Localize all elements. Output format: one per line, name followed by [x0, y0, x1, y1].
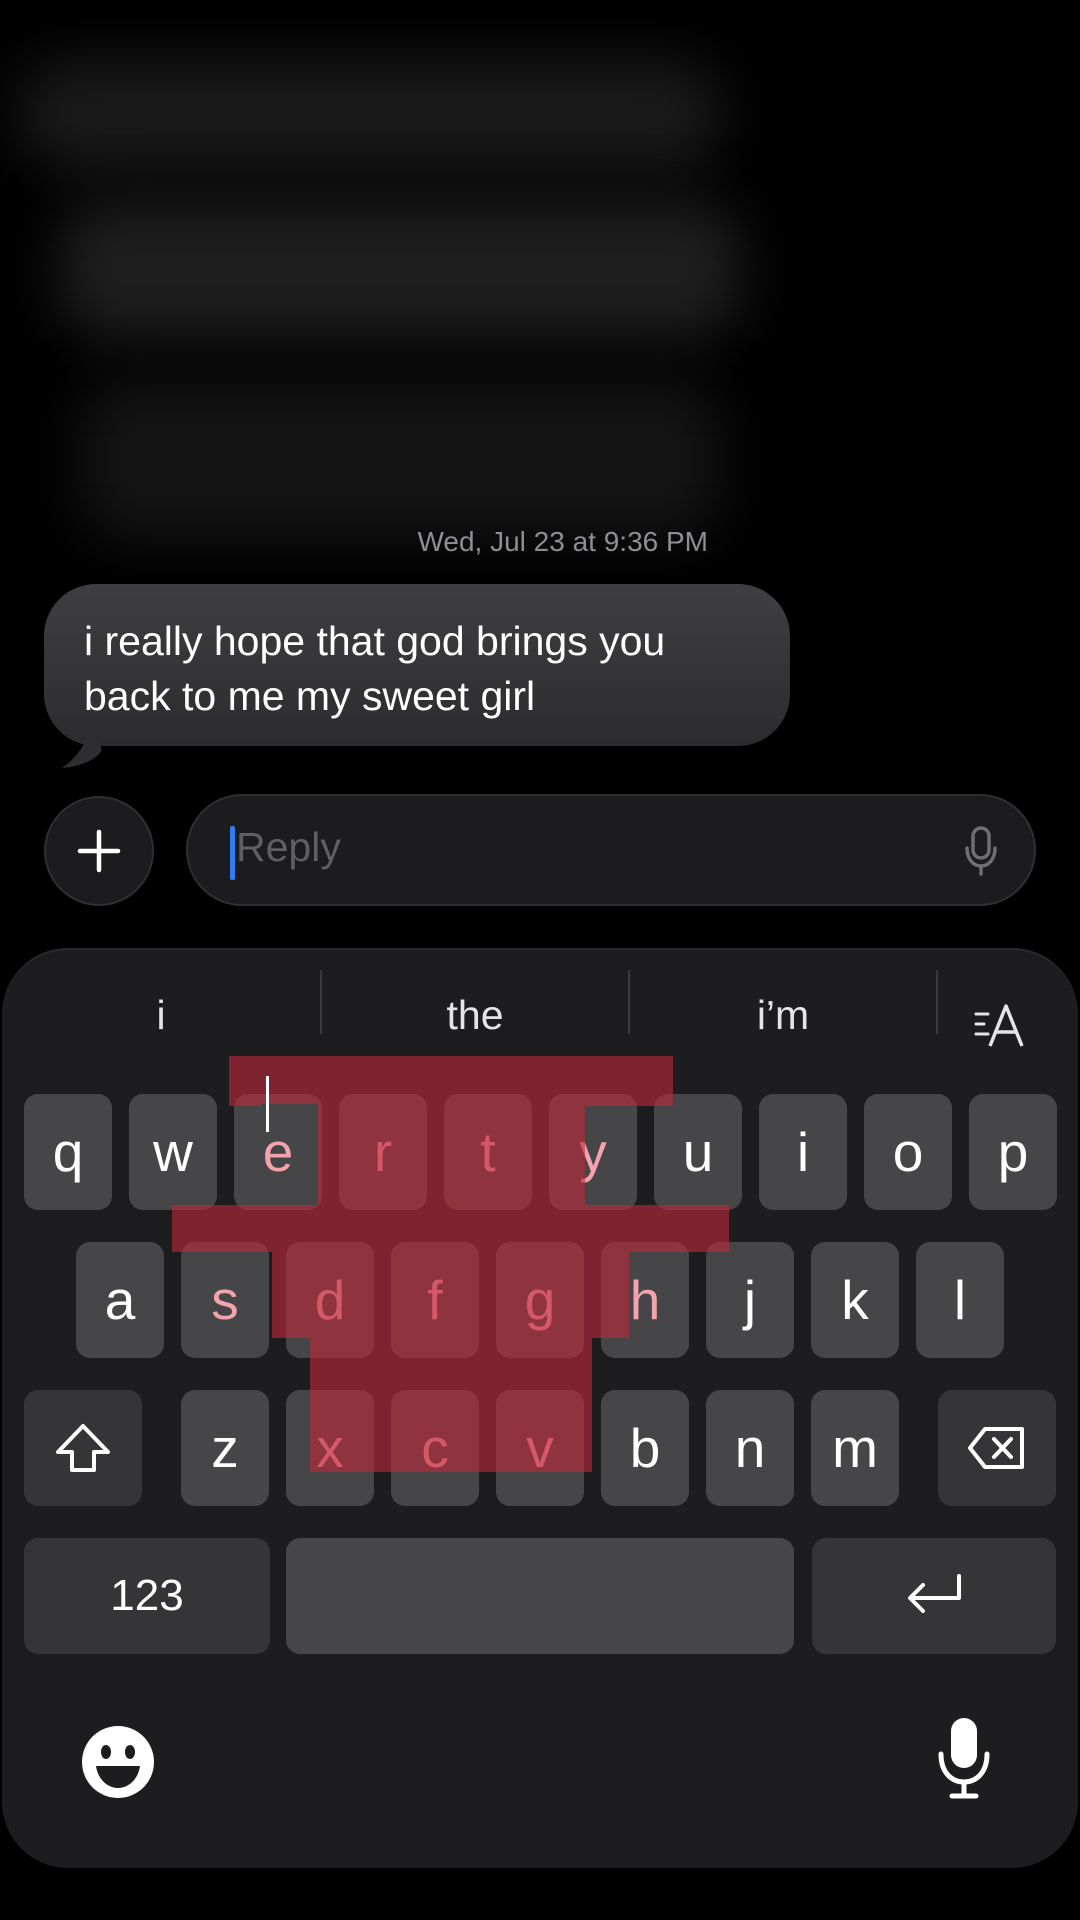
key-l[interactable]: l [916, 1242, 1004, 1358]
microphone-icon[interactable] [964, 826, 998, 876]
key-label: x [316, 1417, 344, 1479]
return-key[interactable] [812, 1538, 1056, 1654]
key-label: m [832, 1417, 878, 1479]
suggestion-bar: i the i’m [2, 970, 1078, 1060]
key-label: y [579, 1121, 607, 1183]
key-label: z [211, 1417, 239, 1479]
blurred-region [80, 380, 720, 540]
key-j[interactable]: j [706, 1242, 794, 1358]
key-i[interactable]: i [759, 1094, 847, 1210]
key-label: n [734, 1417, 766, 1479]
key-label: 123 [110, 1571, 184, 1620]
key-x[interactable]: x [286, 1390, 374, 1506]
keyboard: i the i’m q w e r t y u i o p a s d f g h j k l z x c v b n m 123 [2, 948, 1078, 1868]
key-label: l [953, 1269, 967, 1331]
key-y[interactable]: y [549, 1094, 637, 1210]
key-label: f [427, 1269, 443, 1331]
suggestion-3[interactable]: i’m [630, 970, 936, 1060]
key-p[interactable]: p [969, 1094, 1057, 1210]
key-label: k [841, 1269, 869, 1331]
key-f[interactable]: f [391, 1242, 479, 1358]
key-b[interactable]: b [601, 1390, 689, 1506]
shift-key[interactable] [24, 1390, 142, 1506]
return-icon [908, 1574, 961, 1613]
delete-key[interactable] [938, 1390, 1056, 1506]
text-format-icon[interactable] [974, 1004, 1030, 1048]
key-label: v [526, 1417, 554, 1479]
key-label: h [629, 1269, 661, 1331]
key-g[interactable]: g [496, 1242, 584, 1358]
key-label: d [314, 1269, 346, 1331]
key-o[interactable]: o [864, 1094, 952, 1210]
suggestion-1[interactable]: i [2, 970, 320, 1060]
blurred-region [20, 60, 720, 170]
suggestion-2[interactable]: the [322, 970, 628, 1060]
space-key[interactable] [286, 1538, 794, 1654]
key-c[interactable]: c [391, 1390, 479, 1506]
key-label: j [743, 1269, 757, 1331]
key-label: s [211, 1269, 239, 1331]
key-e[interactable]: e [234, 1094, 322, 1210]
key-label: u [682, 1121, 714, 1183]
key-w[interactable]: w [129, 1094, 217, 1210]
blurred-region [60, 200, 740, 340]
message-text: i really hope that god brings you back t… [84, 618, 666, 719]
key-t[interactable]: t [444, 1094, 532, 1210]
key-s[interactable]: s [181, 1242, 269, 1358]
received-message-bubble[interactable]: i really hope that god brings you back t… [44, 584, 790, 746]
shift-icon [56, 1424, 110, 1472]
key-label: a [104, 1269, 136, 1331]
key-label: r [373, 1121, 393, 1183]
blurred-message-history [0, 40, 1080, 540]
key-h[interactable]: h [601, 1242, 689, 1358]
key-v[interactable]: v [496, 1390, 584, 1506]
key-u[interactable]: u [654, 1094, 742, 1210]
key-a[interactable]: a [76, 1242, 164, 1358]
bubble-tail [62, 724, 102, 768]
text-cursor [230, 826, 235, 880]
key-label: o [892, 1121, 924, 1183]
suggestion-divider [936, 970, 938, 1034]
reply-input[interactable]: Reply [186, 794, 1036, 906]
key-m[interactable]: m [811, 1390, 899, 1506]
numbers-key[interactable]: 123 [24, 1538, 270, 1654]
message-timestamp: Wed, Jul 23 at 9:36 PM [417, 526, 708, 557]
add-attachment-button[interactable] [44, 796, 154, 906]
emoji-icon[interactable] [80, 1724, 156, 1800]
key-q[interactable]: q [24, 1094, 112, 1210]
key-label: b [629, 1417, 661, 1479]
key-label: q [52, 1121, 84, 1183]
key-label: g [524, 1269, 556, 1331]
key-r[interactable]: r [339, 1094, 427, 1210]
key-label: e [262, 1121, 294, 1183]
delete-icon [968, 1427, 1024, 1469]
key-z[interactable]: z [181, 1390, 269, 1506]
key-d[interactable]: d [286, 1242, 374, 1358]
plus-icon [77, 829, 121, 873]
key-label: t [480, 1121, 496, 1183]
key-label: c [421, 1417, 449, 1479]
reply-placeholder: Reply [236, 824, 341, 870]
key-label: w [153, 1121, 193, 1183]
dictation-microphone-icon[interactable] [936, 1716, 992, 1800]
key-label: p [997, 1121, 1029, 1183]
key-n[interactable]: n [706, 1390, 794, 1506]
key-k[interactable]: k [811, 1242, 899, 1358]
key-label: i [796, 1121, 810, 1183]
